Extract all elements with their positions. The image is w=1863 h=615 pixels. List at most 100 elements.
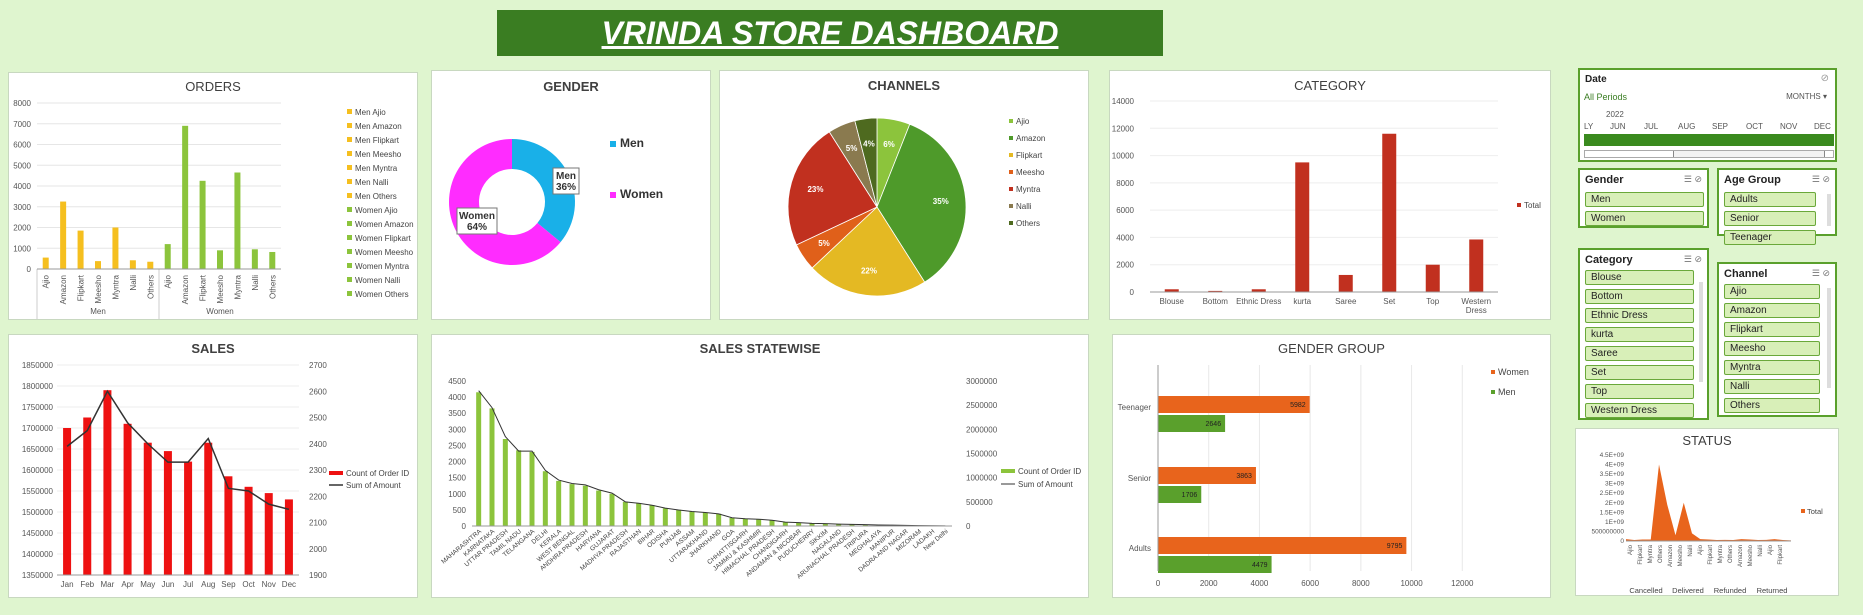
legend-label: Sum of Amount: [346, 481, 401, 490]
gender-slicer-item[interactable]: Women: [1585, 211, 1704, 226]
y2-tick-label: 2400: [309, 440, 327, 449]
month-label[interactable]: JUN: [1610, 122, 1626, 131]
x-tick-label: Meesho: [1748, 544, 1754, 566]
legend-swatch: [1009, 136, 1013, 140]
timeline-bar[interactable]: [1584, 134, 1834, 146]
legend-swatch: [1001, 469, 1015, 473]
month-label[interactable]: OCT: [1746, 122, 1763, 131]
gender-chart: Men36%Women64%MenWomen: [449, 136, 663, 265]
age-group-slicer-item[interactable]: Senior: [1724, 211, 1816, 226]
legend-label: Count of Order ID: [1018, 467, 1081, 476]
month-label[interactable]: JUL: [1644, 122, 1658, 131]
gender-slicer-item[interactable]: Men: [1585, 192, 1704, 207]
month-label[interactable]: LY: [1584, 122, 1593, 131]
month-label[interactable]: AUG: [1678, 122, 1695, 131]
multiselect-icon[interactable]: ☰ ⊘: [1684, 174, 1702, 185]
age-group-slicer-item[interactable]: Adults: [1724, 192, 1816, 207]
gender-slicer[interactable]: Gender ☰ ⊘ Men Women: [1578, 168, 1709, 228]
y2-tick-label: 500000: [966, 498, 993, 507]
x-tick-label: Flipkart: [77, 274, 86, 301]
bar: [756, 519, 762, 526]
y-tick-label: 2000: [13, 224, 31, 233]
y-tick-label: 4000: [448, 393, 466, 402]
bar: [199, 180, 206, 269]
time-unit-dropdown[interactable]: MONTHS ▾: [1786, 92, 1827, 101]
y-tick-label: 8000: [13, 99, 31, 108]
bar: [244, 486, 253, 575]
age-group-slicer[interactable]: Age Group ☰ ⊘ Adults Senior Teenager: [1717, 168, 1837, 245]
channel-slicer-item[interactable]: Myntra: [1724, 360, 1820, 375]
age-group-slicer-item[interactable]: Teenager: [1724, 230, 1816, 245]
channel-slicer[interactable]: Channel ☰ ⊘ Ajio Amazon Flipkart Meesho Mynt…: [1717, 262, 1837, 417]
category-slicer-item[interactable]: Ethnic Dress: [1585, 308, 1694, 323]
y-tick-label: 4.5E+09: [1600, 452, 1625, 459]
channel-slicer-item[interactable]: Amazon: [1724, 303, 1820, 318]
bar: [516, 450, 522, 526]
x-tick-label: Ethnic Dress: [1236, 297, 1281, 306]
x-tick-label: Nalli: [129, 275, 138, 291]
data-label: 4479: [1252, 562, 1268, 569]
date-slicer[interactable]: Date ⊘ All Periods MONTHS ▾ 2022 LY JUN JU…: [1578, 68, 1837, 162]
time-unit-label: MONTHS: [1786, 92, 1821, 101]
category-slicer-item[interactable]: Saree: [1585, 346, 1694, 361]
y-tick-label: 3.5E+09: [1600, 471, 1625, 478]
y-tick-label: 0: [1130, 288, 1135, 297]
y-tick-label: 8000: [1116, 179, 1134, 188]
legend-label: Nalli: [1016, 202, 1032, 211]
y-tick-label: Teenager: [1118, 403, 1152, 412]
legend-label: Women Ajio: [355, 206, 398, 215]
timeline-scroll-thumb[interactable]: [1673, 151, 1825, 157]
orders-panel: ORDERS 8000 7000 6000 5000 4000 3000 2000 1000 0…: [8, 72, 418, 320]
timeline-scrollbar[interactable]: [1584, 150, 1834, 158]
data-label: 9795: [1387, 543, 1403, 550]
legend-label: Others: [1016, 219, 1040, 228]
age-scrollbar[interactable]: [1827, 194, 1831, 226]
bar: [782, 522, 788, 526]
category-slicer-item[interactable]: Set: [1585, 365, 1694, 380]
x-tick-label: Saree: [1335, 297, 1357, 306]
dashboard-title: VRINDA STORE DASHBOARD: [497, 10, 1163, 56]
category-slicer-item[interactable]: Top: [1585, 384, 1694, 399]
pie-label: 4%: [863, 139, 875, 148]
x-tick-label: Ajio: [42, 274, 51, 288]
x-tick-label: Meesho: [216, 274, 225, 303]
y-tick-label: 4500: [448, 377, 466, 386]
category-slicer-item[interactable]: Bottom: [1585, 289, 1694, 304]
month-label[interactable]: SEP: [1712, 122, 1728, 131]
data-label: 5982: [1290, 402, 1306, 409]
legend-swatch: [347, 277, 352, 282]
x-tick-label: Dec: [282, 580, 296, 589]
legend-label: Men Nalli: [355, 178, 389, 187]
category-slicer-item[interactable]: kurta: [1585, 327, 1694, 342]
bar: [636, 503, 642, 526]
status-panel: STATUS 4.5E+09 4E+09 3.5E+09 3E+09 2.5E+09 2E…: [1575, 428, 1839, 596]
category-scrollbar[interactable]: [1699, 282, 1703, 382]
channel-slicer-item[interactable]: Ajio: [1724, 284, 1820, 299]
multiselect-icon[interactable]: ☰ ⊘: [1812, 174, 1830, 185]
multiselect-icon[interactable]: ☰ ⊘: [1812, 268, 1830, 279]
legend-label: Men Amazon: [355, 122, 402, 131]
month-label[interactable]: NOV: [1780, 122, 1797, 131]
y-tick-label: 1000: [448, 490, 466, 499]
pie-label: 5%: [846, 144, 858, 153]
channel-slicer-item[interactable]: Others: [1724, 398, 1820, 413]
y-tick-label: 1E+09: [1605, 519, 1624, 526]
y-tick-label: 1550000: [22, 487, 54, 496]
x-tick-label: Others: [1728, 545, 1734, 563]
y-tick-label: 4E+09: [1605, 462, 1624, 469]
month-label[interactable]: DEC: [1814, 122, 1831, 131]
channel-slicer-item[interactable]: Flipkart: [1724, 322, 1820, 337]
category-slicer[interactable]: Category ☰ ⊘ Blouse Bottom Ethnic Dress kur…: [1578, 248, 1709, 420]
category-slicer-item[interactable]: Western Dress: [1585, 403, 1694, 418]
channel-slicer-item[interactable]: Nalli: [1724, 379, 1820, 394]
category-slicer-item[interactable]: Blouse: [1585, 270, 1694, 285]
y-tick-label: 7000: [13, 120, 31, 129]
multiselect-icon[interactable]: ☰ ⊘: [1684, 254, 1702, 265]
x-tick-label: Meesho: [94, 274, 103, 303]
channel-scrollbar[interactable]: [1827, 288, 1831, 388]
y-tick-label: Adults: [1129, 544, 1151, 553]
filter-clear-icon[interactable]: ⊘: [1821, 73, 1829, 84]
channel-slicer-item[interactable]: Meesho: [1724, 341, 1820, 356]
x-tick-label: Blouse: [1160, 297, 1185, 306]
y-tick-label: 1350000: [22, 571, 54, 580]
